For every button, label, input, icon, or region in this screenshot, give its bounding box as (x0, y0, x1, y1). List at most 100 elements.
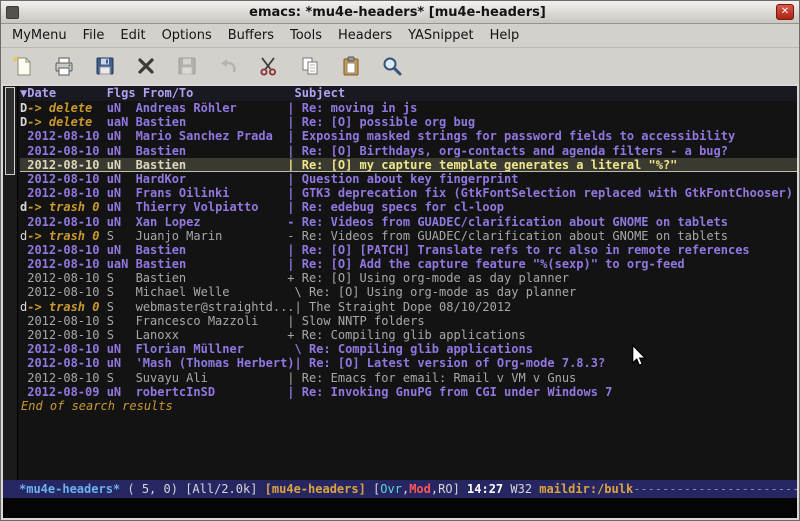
end-of-results-text: End of search results (20, 399, 797, 413)
message-row[interactable]: d-> trash 0Swebmaster@straightd...| The … (20, 300, 797, 314)
undo-icon (214, 52, 242, 80)
menu-item-mymenu[interactable]: MyMenu (4, 25, 75, 46)
message-row[interactable]: 2012-08-10uNBastien| Re: [O] my capture … (20, 158, 797, 172)
message-from: Frans Oilinki (136, 186, 288, 200)
modeline-size: [All/2.0k] (185, 482, 264, 496)
modeline-filler-dashes: ---------------------------------------- (633, 482, 797, 496)
message-subject: \ Re: [O] Using org-mode as day planner (287, 285, 797, 299)
message-row[interactable]: 2012-08-10uNBastien| Re: [O] Birthdays, … (20, 144, 797, 158)
message-date: -> delete (27, 115, 99, 129)
message-row[interactable]: 2012-08-10uNFrans Oilinki| GTK3 deprecat… (20, 186, 797, 200)
message-date: 2012-08-10 (27, 328, 99, 342)
menu-item-headers[interactable]: Headers (330, 25, 400, 46)
message-mark (20, 385, 27, 399)
message-row[interactable]: 2012-08-09uNrobertcInSD| Re: Invoking Gn… (20, 385, 797, 399)
message-subject: - Re: Videos from GUADEC/clarification a… (287, 229, 797, 243)
message-row[interactable]: 2012-08-10uN'Mash (Thomas Herbert)| Re: … (20, 356, 797, 370)
frame: ▼ Date Flgs From/To Subject D-> deleteuN… (1, 84, 799, 520)
modeline-major-mode[interactable]: [mu4e-headers] (265, 482, 366, 496)
menu-item-file[interactable]: File (75, 25, 113, 46)
message-row[interactable]: 2012-08-10uNXan Lopez- Re: Videos from G… (20, 215, 797, 229)
message-subject: | Re: [O] Add the capture feature "%(sex… (287, 257, 797, 271)
message-row[interactable]: D-> deleteuNAndreas Röhler| Re: moving i… (20, 101, 797, 115)
message-from: Thierry Volpiatto (136, 200, 288, 214)
search-icon[interactable] (378, 52, 406, 80)
window-title: emacs: *mu4e-headers* [mu4e-headers] (19, 5, 776, 20)
close-icon: ✕ (781, 7, 789, 17)
message-row[interactable]: 2012-08-10SLanoxx+ Re: Compiling glib ap… (20, 328, 797, 342)
message-flags: uN (107, 342, 129, 356)
new-file-icon[interactable] (9, 52, 37, 80)
modeline-buffer-name[interactable]: *mu4e-headers* (19, 482, 120, 496)
menu-item-buffers[interactable]: Buffers (220, 25, 282, 46)
message-flags: uN (107, 186, 129, 200)
message-date: 2012-08-10 (27, 186, 99, 200)
message-flags: S (107, 314, 129, 328)
echo-area[interactable] (3, 498, 797, 518)
menu-item-tools[interactable]: Tools (282, 25, 330, 46)
message-subject: | Exposing masked strings for password f… (287, 129, 797, 143)
message-from: HardKor (136, 172, 288, 186)
cut-icon[interactable] (255, 52, 283, 80)
menu-item-options[interactable]: Options (154, 25, 220, 46)
message-row[interactable]: d-> trash 0uNThierry Volpiatto| Re: edeb… (20, 200, 797, 214)
message-from: Andreas Röhler (136, 101, 288, 115)
column-header-date[interactable]: Date (27, 86, 99, 101)
message-mark (20, 243, 27, 257)
copy-icon[interactable] (296, 52, 324, 80)
message-row[interactable]: d-> trash 0SJuanjo Marin- Re: Videos fro… (20, 229, 797, 243)
menu-item-edit[interactable]: Edit (112, 25, 153, 46)
modeline-window-id: W32 (503, 482, 539, 496)
column-header-subject[interactable]: Subject (295, 86, 797, 101)
toolbar (1, 48, 799, 84)
message-subject: - Re: Videos from GUADEC/clarification a… (287, 215, 797, 229)
message-row[interactable]: D-> deleteuaNBastien| Re: [O] possible o… (20, 115, 797, 129)
message-date: 2012-08-10 (27, 215, 99, 229)
sort-direction-icon: ▼ (20, 86, 27, 101)
message-flags: uN (107, 144, 129, 158)
message-mark (20, 186, 27, 200)
message-mark (20, 371, 27, 385)
message-mark: D (20, 101, 27, 115)
save-as-icon (173, 52, 201, 80)
message-row[interactable]: 2012-08-10SMichael Welle \ Re: [O] Using… (20, 285, 797, 299)
message-row[interactable]: 2012-08-10SBastien+ Re: [O] Using org-mo… (20, 271, 797, 285)
message-row[interactable]: 2012-08-10uNBastien| Re: [O] [PATCH] Tra… (20, 243, 797, 257)
message-flags: uN (107, 385, 129, 399)
scrollbar[interactable] (3, 86, 18, 480)
message-date: -> trash 0 (27, 229, 99, 243)
close-buffer-icon[interactable] (132, 52, 160, 80)
print-icon[interactable] (50, 52, 78, 80)
message-subject: + Re: [O] Using org-mode as day planner (287, 271, 797, 285)
modeline-maildir: maildir:/bulk (539, 482, 633, 496)
message-flags: S (107, 371, 129, 385)
save-icon[interactable] (91, 52, 119, 80)
message-row[interactable]: 2012-08-10SSuvayu Ali| Re: Emacs for ema… (20, 371, 797, 385)
message-row[interactable]: 2012-08-10uNFlorian Müllner \ Re: Compil… (20, 342, 797, 356)
menu-item-yasnippet[interactable]: YASnippet (400, 25, 482, 46)
titlebar[interactable]: emacs: *mu4e-headers* [mu4e-headers] ✕ (1, 1, 799, 24)
message-subject: | Re: Emacs for email: Rmail v VM v Gnus (287, 371, 797, 385)
scrollbar-thumb[interactable] (5, 87, 15, 175)
message-row[interactable]: 2012-08-10uNHardKor| Question about key … (20, 172, 797, 186)
paste-icon[interactable] (337, 52, 365, 80)
menu-item-help[interactable]: Help (482, 25, 528, 46)
column-header-flags[interactable]: Flgs (107, 86, 136, 101)
message-flags: S (107, 271, 129, 285)
message-date: -> trash 0 (27, 300, 99, 314)
column-header-from[interactable]: From/To (143, 86, 295, 101)
headers-buffer[interactable]: ▼ Date Flgs From/To Subject D-> deleteuN… (18, 86, 797, 480)
message-date: 2012-08-10 (27, 129, 99, 143)
menu-bar: MyMenuFileEditOptionsBuffersToolsHeaders… (1, 24, 799, 48)
message-row[interactable]: 2012-08-10uaNBastien| Re: [O] Add the ca… (20, 257, 797, 271)
message-row[interactable]: 2012-08-10SFrancesco Mazzoli| Slow NNTP … (20, 314, 797, 328)
message-from: Lanoxx (136, 328, 288, 342)
message-subject: | Re: [O] my capture template generates … (287, 158, 797, 171)
message-mark (20, 342, 27, 356)
message-row[interactable]: 2012-08-10uNMario Sanchez Prada| Exposin… (20, 129, 797, 143)
message-mark (20, 215, 27, 229)
close-button[interactable]: ✕ (776, 4, 794, 20)
message-subject: | Question about key fingerprint (287, 172, 797, 186)
message-from: webmaster@straightd... (136, 300, 295, 314)
window-menu-icon[interactable] (6, 6, 19, 19)
